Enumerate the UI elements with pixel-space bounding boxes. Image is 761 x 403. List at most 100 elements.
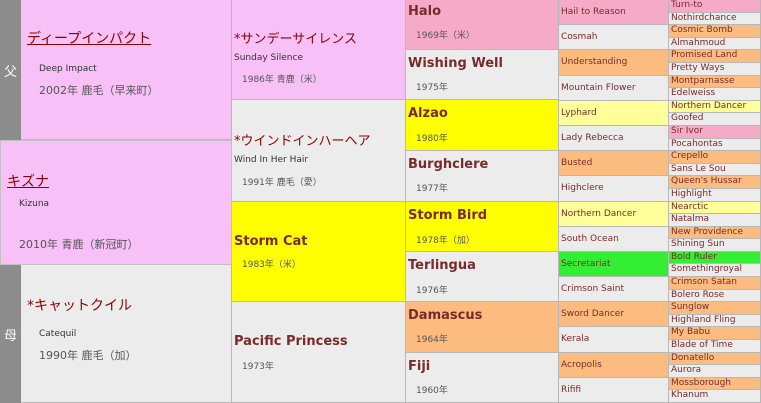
horse-name[interactable]: Natalma — [671, 214, 709, 224]
horse-name[interactable]: Hail to Reason — [561, 7, 626, 18]
gen3-cell[interactable]: Alzao 1980年 — [406, 100, 559, 151]
horse-name[interactable]: Highclere — [561, 183, 604, 194]
gen2-cell[interactable]: Pacific Princess 1973年 — [232, 302, 406, 403]
gen4-cell[interactable]: Lyphard — [559, 101, 669, 126]
horse-name[interactable]: Halo — [408, 4, 441, 19]
horse-name[interactable]: *ウインドインハーヘア — [234, 130, 371, 149]
horse-name[interactable]: Donatello — [671, 353, 714, 363]
horse-name[interactable]: Fiji — [408, 359, 430, 374]
horse-name[interactable]: Turn-to — [671, 0, 702, 10]
horse-name[interactable]: Nothirdchance — [671, 13, 737, 23]
gen5-cell[interactable]: Crimson Satan — [669, 277, 761, 290]
subject-cell[interactable]: キズナ Kizuna 2010年 青鹿（新冠町） — [0, 140, 232, 265]
horse-name[interactable]: Pretty Ways — [671, 63, 724, 73]
gen4-cell[interactable]: Hail to Reason — [559, 0, 669, 25]
gen5-cell[interactable]: Turn-to — [669, 0, 761, 13]
gen5-cell[interactable]: Bolero Rose — [669, 290, 761, 302]
horse-name[interactable]: ディープインパクト — [27, 28, 151, 48]
gen5-cell[interactable]: Donatello — [669, 353, 761, 365]
gen2-cell[interactable]: *サンデーサイレンス Sunday Silence 1986年 青鹿（米） — [232, 0, 406, 100]
gen3-cell[interactable]: Wishing Well 1975年 — [406, 50, 559, 100]
gen3-cell[interactable]: Burghclere 1977年 — [406, 151, 559, 202]
horse-name[interactable]: Sword Dancer — [561, 309, 624, 320]
gen4-cell[interactable]: Mountain Flower — [559, 76, 669, 101]
horse-name[interactable]: Bold Ruler — [671, 252, 717, 262]
horse-name[interactable]: Almahmoud — [671, 38, 725, 48]
horse-name[interactable]: Edelweiss — [671, 88, 715, 98]
gen3-cell[interactable]: Halo 1969年（米） — [406, 0, 559, 50]
gen3-cell[interactable]: Terlingua 1976年 — [406, 252, 559, 302]
gen5-cell[interactable]: Pretty Ways — [669, 63, 761, 76]
horse-name[interactable]: Pocahontas — [671, 139, 723, 149]
gen4-cell[interactable]: Kerala — [559, 327, 669, 353]
horse-name[interactable]: キズナ — [7, 171, 49, 191]
gen5-cell[interactable]: Montparnasse — [669, 76, 761, 88]
gen5-cell[interactable]: Nothirdchance — [669, 13, 761, 25]
horse-name[interactable]: Northern Dancer — [561, 209, 636, 220]
horse-name[interactable]: Secretariat — [561, 259, 611, 270]
horse-name[interactable]: Goofed — [671, 113, 703, 123]
gen5-cell[interactable]: Blade of Time — [669, 340, 761, 353]
horse-name[interactable]: Mossborough — [671, 378, 731, 388]
horse-name[interactable]: Kerala — [561, 334, 589, 345]
gen5-cell[interactable]: Crepello — [669, 151, 761, 164]
gen4-cell[interactable]: Rififi — [559, 378, 669, 403]
horse-name[interactable]: Highland Fling — [671, 315, 736, 325]
gen5-cell[interactable]: Mossborough — [669, 378, 761, 390]
horse-name[interactable]: Busted — [561, 158, 592, 169]
gen5-cell[interactable]: Highlight — [669, 189, 761, 202]
horse-name[interactable]: Crimson Saint — [561, 284, 624, 295]
horse-name[interactable]: Storm Cat — [234, 234, 308, 249]
gen4-cell[interactable]: Highclere — [559, 176, 669, 202]
gen5-cell[interactable]: Khanum — [669, 390, 761, 403]
gen5-cell[interactable]: Bold Ruler — [669, 252, 761, 264]
horse-name[interactable]: Pacific Princess — [234, 334, 348, 349]
horse-name[interactable]: Sir Ivor — [671, 126, 703, 136]
sire-cell[interactable]: ディープインパクト Deep Impact 2002年 鹿毛（早来町） — [21, 0, 232, 140]
gen4-cell[interactable]: Acropolis — [559, 353, 669, 378]
gen2-cell[interactable]: *ウインドインハーヘア Wind In Her Hair 1991年 鹿毛（愛） — [232, 100, 406, 202]
horse-name[interactable]: Mountain Flower — [561, 83, 636, 94]
horse-name[interactable]: Rififi — [561, 385, 581, 396]
horse-name[interactable]: Alzao — [408, 106, 448, 121]
horse-name[interactable]: Queen's Hussar — [671, 176, 742, 186]
gen5-cell[interactable]: Northern Dancer — [669, 101, 761, 113]
gen4-cell[interactable]: Lady Rebecca — [559, 126, 669, 151]
gen5-cell[interactable]: Edelweiss — [669, 88, 761, 101]
horse-name[interactable]: Lyphard — [561, 108, 597, 119]
gen2-cell[interactable]: Storm Cat 1983年（米） — [232, 202, 406, 302]
horse-name[interactable]: Shining Sun — [671, 239, 725, 249]
gen4-cell[interactable]: Secretariat — [559, 252, 669, 277]
horse-name[interactable]: *キャットクイル — [27, 295, 132, 315]
horse-name[interactable]: Storm Bird — [408, 208, 487, 223]
gen4-cell[interactable]: Cosmah — [559, 25, 669, 50]
dam-cell[interactable]: *キャットクイル Catequil 1990年 鹿毛（加） — [21, 265, 232, 403]
horse-name[interactable]: Nearctic — [671, 202, 708, 212]
horse-name[interactable]: Promised Land — [671, 50, 737, 60]
gen5-cell[interactable]: Cosmic Bomb — [669, 25, 761, 38]
horse-name[interactable]: Lady Rebecca — [561, 133, 623, 144]
horse-name[interactable]: Highlight — [671, 189, 712, 199]
gen3-cell[interactable]: Damascus 1964年 — [406, 302, 559, 353]
gen5-cell[interactable]: Aurora — [669, 365, 761, 378]
gen5-cell[interactable]: Highland Fling — [669, 315, 761, 327]
horse-name[interactable]: My Babu — [671, 327, 710, 337]
gen4-cell[interactable]: Crimson Saint — [559, 277, 669, 302]
horse-name[interactable]: Bolero Rose — [671, 290, 724, 300]
gen5-cell[interactable]: Goofed — [669, 113, 761, 126]
horse-name[interactable]: Understanding — [561, 57, 627, 68]
horse-name[interactable]: Acropolis — [561, 360, 602, 371]
gen5-cell[interactable]: Sans Le Sou — [669, 164, 761, 176]
horse-name[interactable]: Damascus — [408, 308, 482, 323]
gen5-cell[interactable]: My Babu — [669, 327, 761, 340]
gen5-cell[interactable]: Natalma — [669, 214, 761, 227]
horse-name[interactable]: Crimson Satan — [671, 277, 737, 287]
horse-name[interactable]: New Providence — [671, 227, 743, 237]
gen4-cell[interactable]: Sword Dancer — [559, 302, 669, 327]
horse-name[interactable]: Cosmah — [561, 32, 597, 43]
gen4-cell[interactable]: Understanding — [559, 50, 669, 76]
horse-name[interactable]: Terlingua — [408, 258, 476, 273]
horse-name[interactable]: Khanum — [671, 390, 708, 400]
gen4-cell[interactable]: Busted — [559, 151, 669, 176]
horse-name[interactable]: South Ocean — [561, 234, 619, 245]
